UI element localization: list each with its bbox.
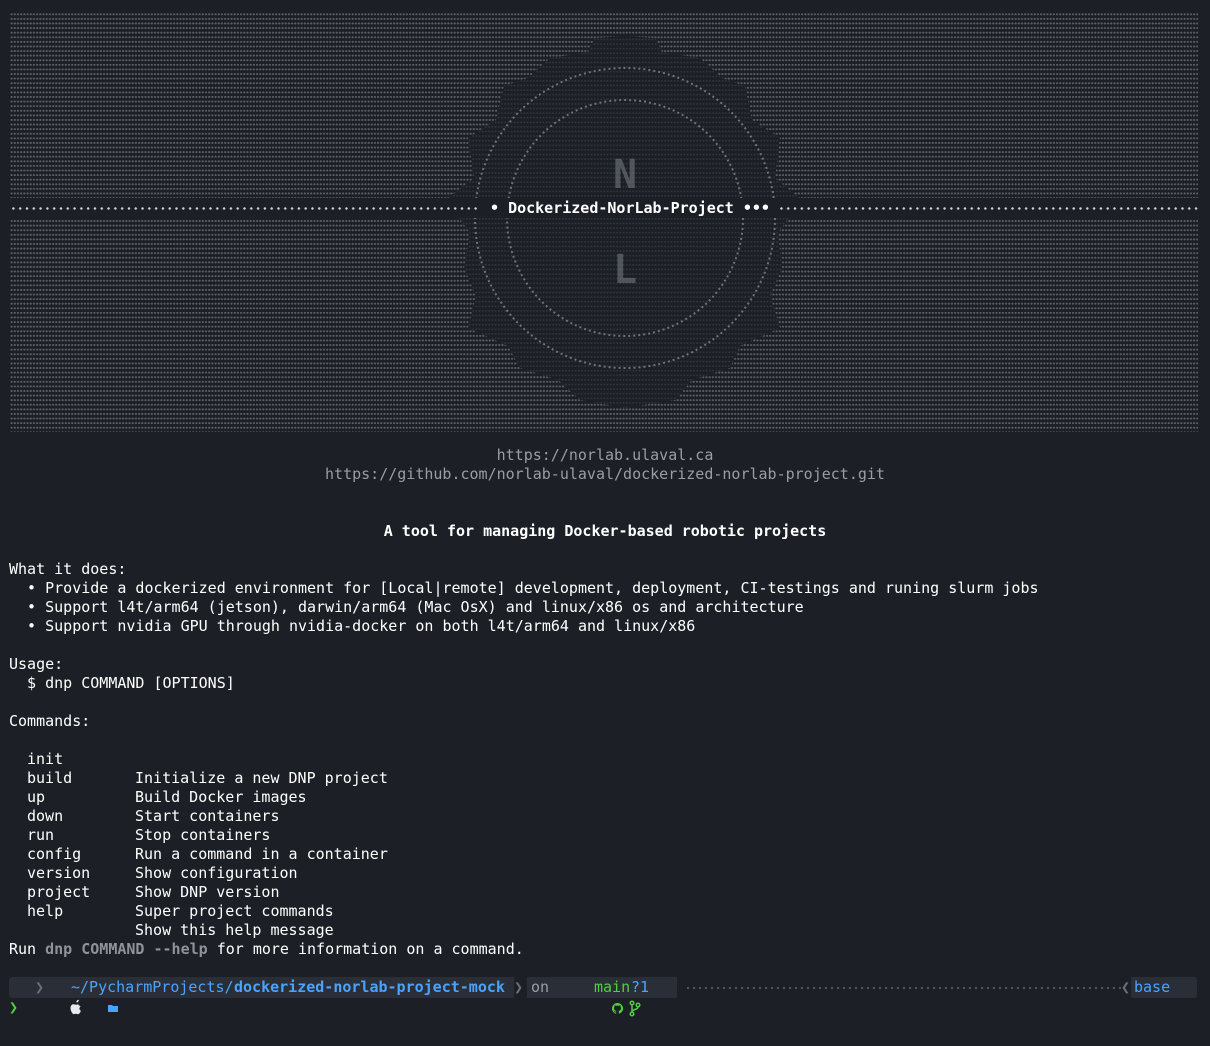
segment-separator-icon: ❯ [514, 978, 524, 996]
command-row: init Initialize a new DNP project [0, 731, 1210, 787]
command-desc: Show this help message [135, 921, 334, 939]
command-row: run Run a command in a container [0, 807, 1210, 863]
segment-separator-icon: ❯ [35, 978, 45, 996]
git-status: ?1 [631, 978, 650, 996]
banner-title: • Dockerized-NorLab-Project ••• [480, 198, 780, 218]
command-row: down Stop containers [0, 788, 1210, 844]
prompt-statusbar: ❯ ~/PycharmProjects/ dockerized-norlab-p… [9, 977, 1197, 1017]
banner-title-rule: • Dockerized-NorLab-Project ••• [10, 198, 1198, 218]
usage-heading: Usage: [9, 655, 64, 673]
svg-text:L: L [613, 247, 637, 293]
git-on-label: on [531, 978, 550, 996]
footer-run: Run [9, 940, 37, 958]
git-branch-name: main [594, 978, 631, 996]
command-row: up Start containers [0, 769, 1210, 825]
path-prefix: ~/PycharmProjects/ [71, 978, 234, 996]
norlab-site-link[interactable]: https://norlab.ulaval.ca [0, 446, 1210, 465]
feature-item: • Provide a dockerized environment for [… [9, 579, 1039, 597]
path-current-dir: dockerized-norlab-project-mock [234, 978, 505, 996]
feature-item: • Support nvidia GPU through nvidia-dock… [9, 617, 696, 635]
footer-command: dnp COMMAND --help [45, 940, 208, 958]
command-row: build Build Docker images [0, 750, 1210, 806]
footer-rest: for more information on a command. [216, 940, 524, 958]
segment-separator-icon: ❮ [1121, 978, 1131, 996]
usage-line: $ dnp COMMAND [OPTIONS] [9, 674, 235, 692]
help-footer: Run dnp COMMAND --help for more informat… [9, 940, 524, 959]
commands-heading: Commands: [9, 712, 91, 730]
ascii-banner: N L • Dockerized-NorLab-Project ••• [10, 12, 1198, 432]
terminal-window[interactable]: N L • Dockerized-NorLab-Project ••• http… [0, 0, 1210, 1024]
conda-env-name: base [1134, 978, 1171, 996]
command-name: help [27, 902, 64, 920]
command-row: config Show configuration [0, 826, 1210, 882]
prompt-dot-filler [685, 987, 1121, 989]
python-icon [1179, 977, 1210, 998]
what-it-does-heading: What it does: [9, 560, 127, 578]
command-row: version Show DNP version [0, 845, 1210, 901]
norlab-emblem: N L [446, 36, 802, 408]
repo-link[interactable]: https://github.com/norlab-ulaval/dockeri… [0, 465, 1210, 484]
tagline: A tool for managing Docker-based robotic… [383, 522, 827, 540]
command-row: project Super project commands [0, 864, 1210, 920]
feature-item: • Support l4t/arm64 (jetson), darwin/arm… [9, 598, 804, 616]
prompt-cursor[interactable]: ❯ [9, 998, 18, 1017]
command-row: help Show this help message [0, 883, 1210, 939]
svg-text:N: N [613, 152, 637, 198]
command-desc: Super project commands [135, 902, 334, 920]
